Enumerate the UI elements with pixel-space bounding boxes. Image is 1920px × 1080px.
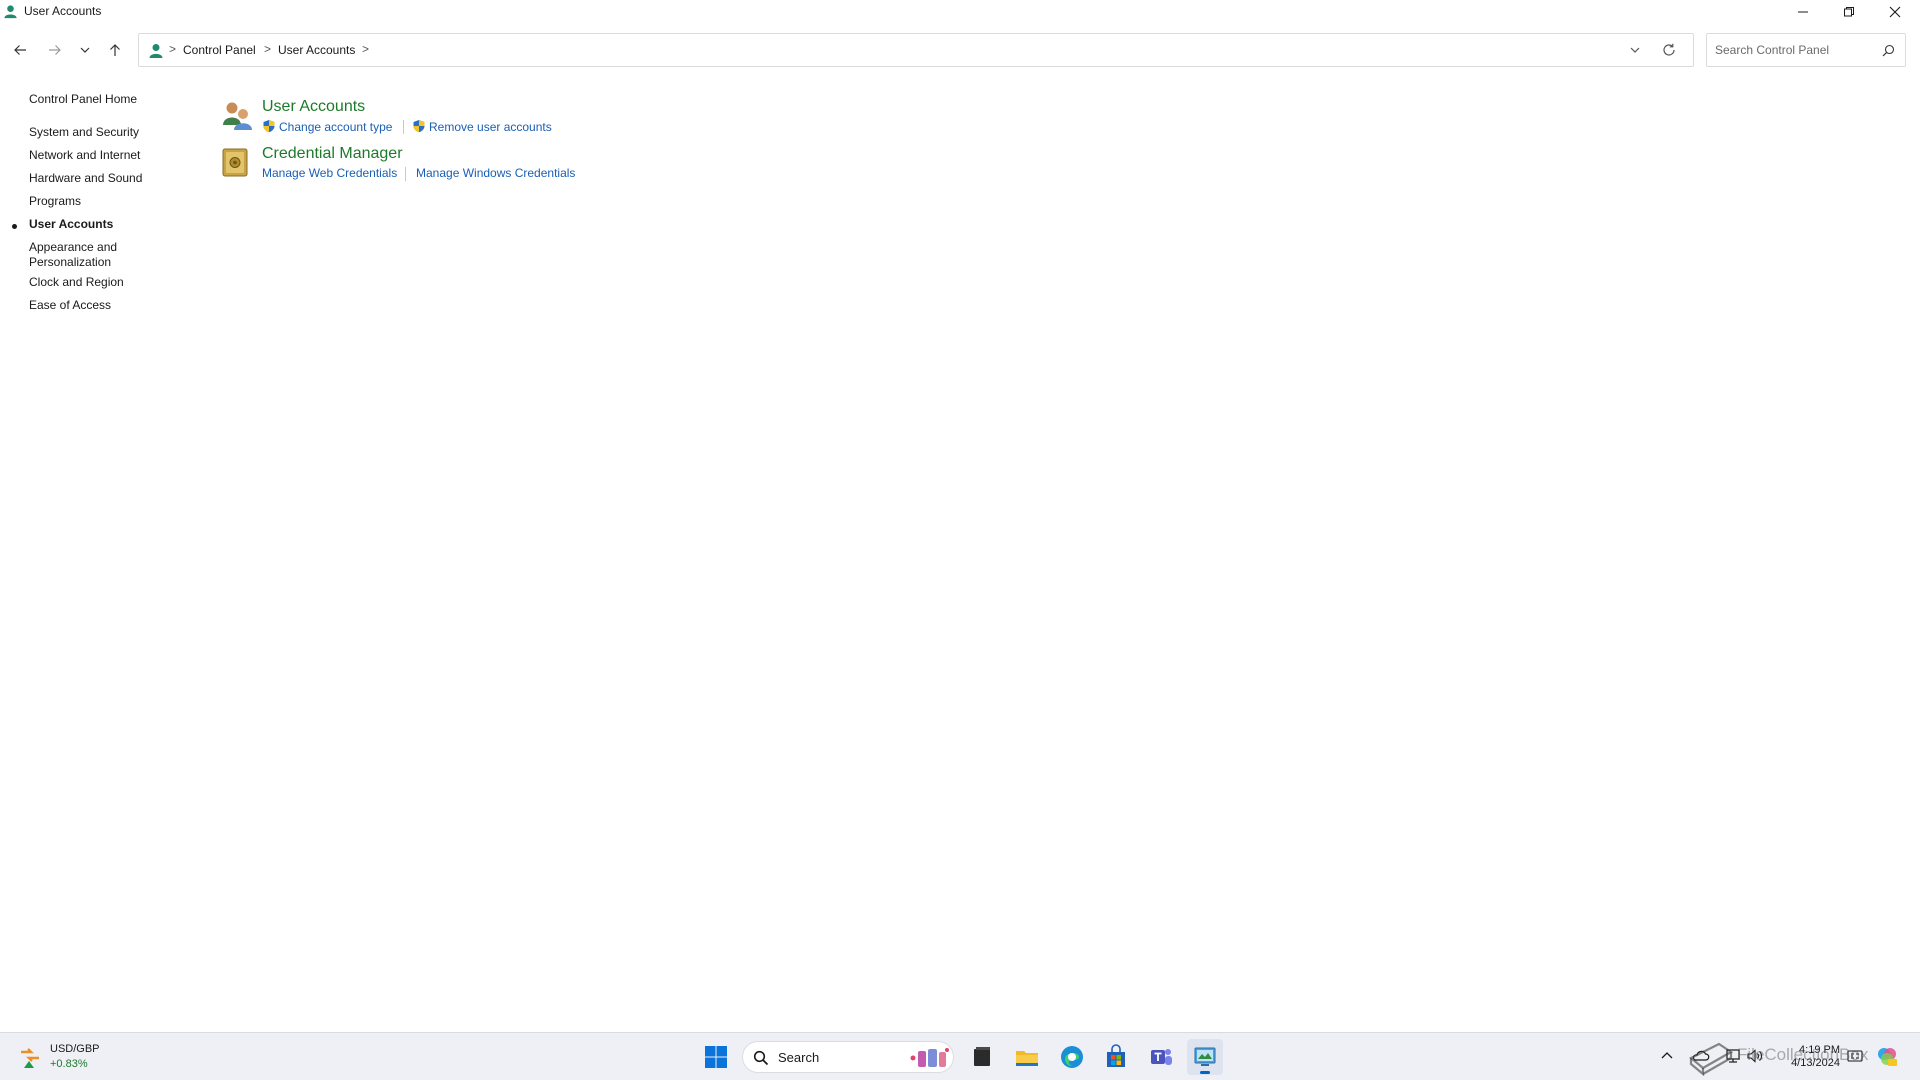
breadcrumb-user-accounts[interactable]: User Accounts (278, 43, 355, 57)
currency-widget[interactable]: USD/GBP +0.83% (16, 1041, 126, 1073)
onedrive-icon[interactable] (1692, 1047, 1710, 1065)
currency-widget-icon (21, 1048, 39, 1068)
taskbar-app-file-manager[interactable] (964, 1039, 1000, 1075)
volume-icon[interactable] (1746, 1047, 1764, 1065)
change-account-type-label: Change account type (279, 120, 393, 134)
network-icon[interactable] (1724, 1047, 1742, 1065)
task-separator (405, 167, 406, 181)
search-box[interactable] (1706, 33, 1906, 67)
taskbar-search[interactable]: Search (742, 1041, 954, 1073)
manage-windows-credentials-link[interactable]: Manage Windows Credentials (416, 166, 575, 180)
teams-icon (1151, 1049, 1172, 1065)
close-icon (1889, 6, 1901, 18)
back-button[interactable] (8, 38, 32, 62)
address-history-chevron-icon[interactable] (1627, 42, 1643, 58)
file-manager-icon (974, 1047, 990, 1066)
forward-button[interactable] (43, 38, 67, 62)
window-title: User Accounts (24, 4, 102, 18)
breadcrumb-separator: > (169, 42, 177, 56)
remove-user-accounts-link[interactable]: Remove user accounts (412, 119, 552, 134)
search-icon[interactable] (1882, 44, 1895, 57)
taskbar-app-control-panel[interactable] (1187, 1039, 1223, 1075)
control-panel-window: User Accounts > Control Panel > User Acc… (0, 0, 1920, 1032)
arrow-up-icon (110, 44, 120, 56)
active-item-bullet (12, 224, 17, 229)
title-bar: User Accounts (0, 0, 1920, 24)
breadcrumb-separator: > (362, 42, 370, 56)
uac-shield-icon (263, 120, 275, 133)
search-highlight-icon (910, 1048, 949, 1067)
taskbar-search-label: Search (778, 1050, 820, 1065)
arrow-right-icon (49, 45, 61, 55)
restore-button[interactable] (1826, 0, 1872, 24)
taskbar-app-store[interactable] (1098, 1039, 1134, 1075)
remove-user-accounts-label: Remove user accounts (429, 120, 552, 134)
system-clock[interactable]: 4:19 PM 4/13/2024 (1768, 1044, 1840, 1070)
chevron-down-icon (80, 47, 90, 53)
start-icon (705, 1046, 727, 1068)
uac-shield-icon (413, 120, 425, 133)
manage-web-credentials-link[interactable]: Manage Web Credentials (262, 166, 397, 180)
arrow-left-icon (14, 45, 26, 55)
clock-date: 4/13/2024 (1791, 1057, 1840, 1069)
refresh-icon[interactable] (1661, 42, 1677, 58)
nav-appearance-and-personalization-line1[interactable]: Appearance and (29, 240, 117, 255)
edge-icon (1061, 1046, 1083, 1068)
nav-hardware-and-sound[interactable]: Hardware and Sound (29, 171, 142, 186)
widget-title: USD/GBP (50, 1043, 100, 1055)
close-button[interactable] (1872, 0, 1918, 24)
breadcrumb-control-panel[interactable]: Control Panel (183, 43, 256, 57)
active-app-indicator (1200, 1071, 1210, 1074)
user-accounts-category-icon[interactable] (220, 98, 254, 132)
nav-ease-of-access[interactable]: Ease of Access (29, 298, 111, 313)
user-accounts-title[interactable]: User Accounts (262, 98, 365, 116)
taskbar: USD/GBP +0.83% Search 4:19 PM 4/13/2024 (0, 1032, 1920, 1080)
credential-manager-icon[interactable] (220, 145, 254, 179)
taskbar-app-file-explorer[interactable] (1009, 1039, 1045, 1075)
minimize-button[interactable] (1780, 0, 1826, 24)
nav-control-panel-home[interactable]: Control Panel Home (29, 92, 137, 107)
minimize-icon (1798, 11, 1808, 13)
search-input[interactable] (1715, 42, 1875, 58)
language-icon[interactable] (1846, 1047, 1864, 1065)
search-icon (753, 1050, 769, 1066)
taskbar-app-edge[interactable] (1054, 1039, 1090, 1075)
nav-user-accounts[interactable]: User Accounts (29, 217, 113, 232)
control-panel-icon (1194, 1047, 1216, 1066)
up-button[interactable] (103, 38, 127, 62)
store-icon (1107, 1044, 1125, 1067)
address-bar[interactable]: > Control Panel > User Accounts > (138, 33, 1694, 67)
navigation-bar: > Control Panel > User Accounts > (0, 30, 1920, 70)
nav-system-and-security[interactable]: System and Security (29, 125, 139, 140)
taskbar-app-teams[interactable] (1143, 1039, 1179, 1075)
widget-change: +0.83% (50, 1058, 88, 1070)
user-accounts-icon (4, 5, 17, 19)
recent-locations-button[interactable] (73, 38, 97, 62)
nav-programs[interactable]: Programs (29, 194, 81, 209)
change-account-type-link[interactable]: Change account type (262, 119, 392, 134)
clock-time: 4:19 PM (1799, 1044, 1840, 1056)
user-accounts-location-icon (149, 44, 163, 58)
start-button[interactable] (698, 1039, 734, 1075)
nav-network-and-internet[interactable]: Network and Internet (29, 148, 140, 163)
credential-manager-title[interactable]: Credential Manager (262, 145, 403, 163)
restore-icon (1844, 7, 1854, 17)
task-separator (403, 120, 404, 134)
chevron-up-icon[interactable] (1658, 1047, 1676, 1065)
copilot-icon[interactable] (1876, 1045, 1898, 1067)
file-explorer-icon (1016, 1051, 1038, 1066)
breadcrumb-separator: > (264, 42, 272, 56)
nav-appearance-and-personalization-line2[interactable]: Personalization (29, 255, 111, 270)
nav-clock-and-region[interactable]: Clock and Region (29, 275, 124, 290)
